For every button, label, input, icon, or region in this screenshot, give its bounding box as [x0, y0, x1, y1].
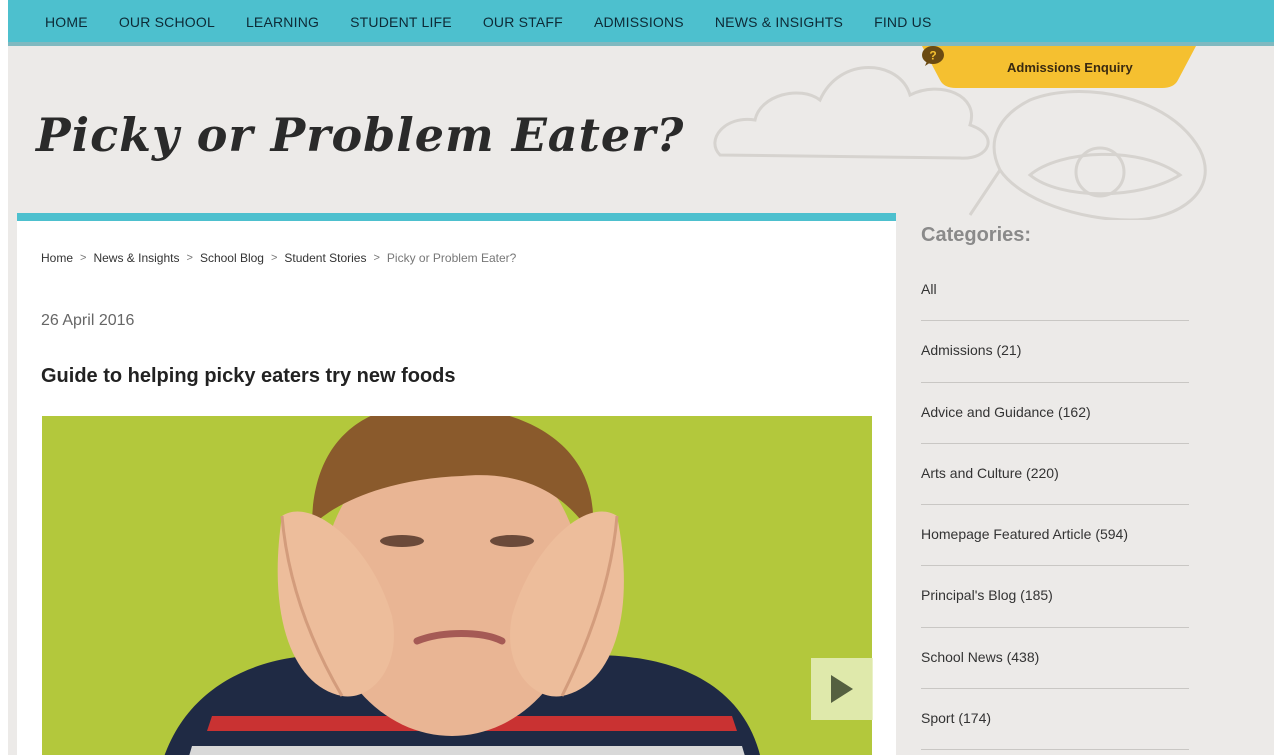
nav-item-find-us[interactable]: FIND US — [874, 14, 931, 30]
play-arrow-icon — [831, 675, 853, 703]
category-homepage-featured[interactable]: Homepage Featured Article (594) — [921, 505, 1189, 567]
nav-item-student-life[interactable]: STUDENT LIFE — [350, 14, 452, 30]
breadcrumb-current: Picky or Problem Eater? — [386, 251, 517, 265]
categories-title: Categories: — [921, 224, 1032, 246]
category-admissions[interactable]: Admissions (21) — [921, 321, 1189, 383]
post-headline: Guide to helping picky eaters try new fo… — [41, 365, 456, 387]
nav-item-news-insights[interactable]: NEWS & INSIGHTS — [715, 14, 843, 30]
nav-item-our-school[interactable]: OUR SCHOOL — [119, 14, 215, 30]
main-content-panel: Home > News & Insights > School Blog > S… — [17, 213, 896, 755]
category-school-news[interactable]: School News (438) — [921, 628, 1189, 690]
category-arts-culture[interactable]: Arts and Culture (220) — [921, 444, 1189, 506]
breadcrumb-separator: > — [373, 252, 380, 264]
page-title: Picky or Problem Eater? — [36, 108, 685, 162]
breadcrumb-home[interactable]: Home — [41, 251, 73, 265]
svg-text:?: ? — [929, 49, 936, 63]
category-sport[interactable]: Sport (174) — [921, 689, 1189, 751]
breadcrumb: Home > News & Insights > School Blog > S… — [41, 251, 516, 265]
boy-illustration — [164, 416, 760, 755]
admissions-enquiry-button[interactable]: ? Admissions Enquiry — [922, 46, 1196, 88]
question-icon: ? — [922, 46, 944, 66]
breadcrumb-separator: > — [80, 252, 87, 264]
category-principals-blog[interactable]: Principal's Blog (185) — [921, 566, 1189, 628]
category-list: All Admissions (21) Advice and Guidance … — [921, 260, 1189, 751]
nav-item-home[interactable]: HOME — [45, 14, 88, 30]
admissions-enquiry-label: Admissions Enquiry — [1007, 60, 1133, 75]
breadcrumb-separator: > — [186, 252, 193, 264]
next-slide-button[interactable] — [811, 658, 873, 720]
nav-item-our-staff[interactable]: OUR STAFF — [483, 14, 563, 30]
category-advice-guidance[interactable]: Advice and Guidance (162) — [921, 383, 1189, 444]
nav-item-learning[interactable]: LEARNING — [246, 14, 319, 30]
nav-item-admissions[interactable]: ADMISSIONS — [594, 14, 684, 30]
breadcrumb-separator: > — [270, 252, 278, 264]
category-all[interactable]: All — [921, 260, 1189, 322]
left-margin — [0, 0, 8, 755]
top-navigation: HOME OUR SCHOOL LEARNING STUDENT LIFE OU… — [8, 0, 1274, 46]
breadcrumb-student-stories[interactable]: Student Stories — [284, 251, 366, 265]
post-date: 26 April 2016 — [41, 312, 135, 329]
breadcrumb-school-blog[interactable]: School Blog — [200, 251, 264, 265]
breadcrumb-news-insights[interactable]: News & Insights — [93, 251, 179, 265]
article-image — [42, 416, 872, 755]
